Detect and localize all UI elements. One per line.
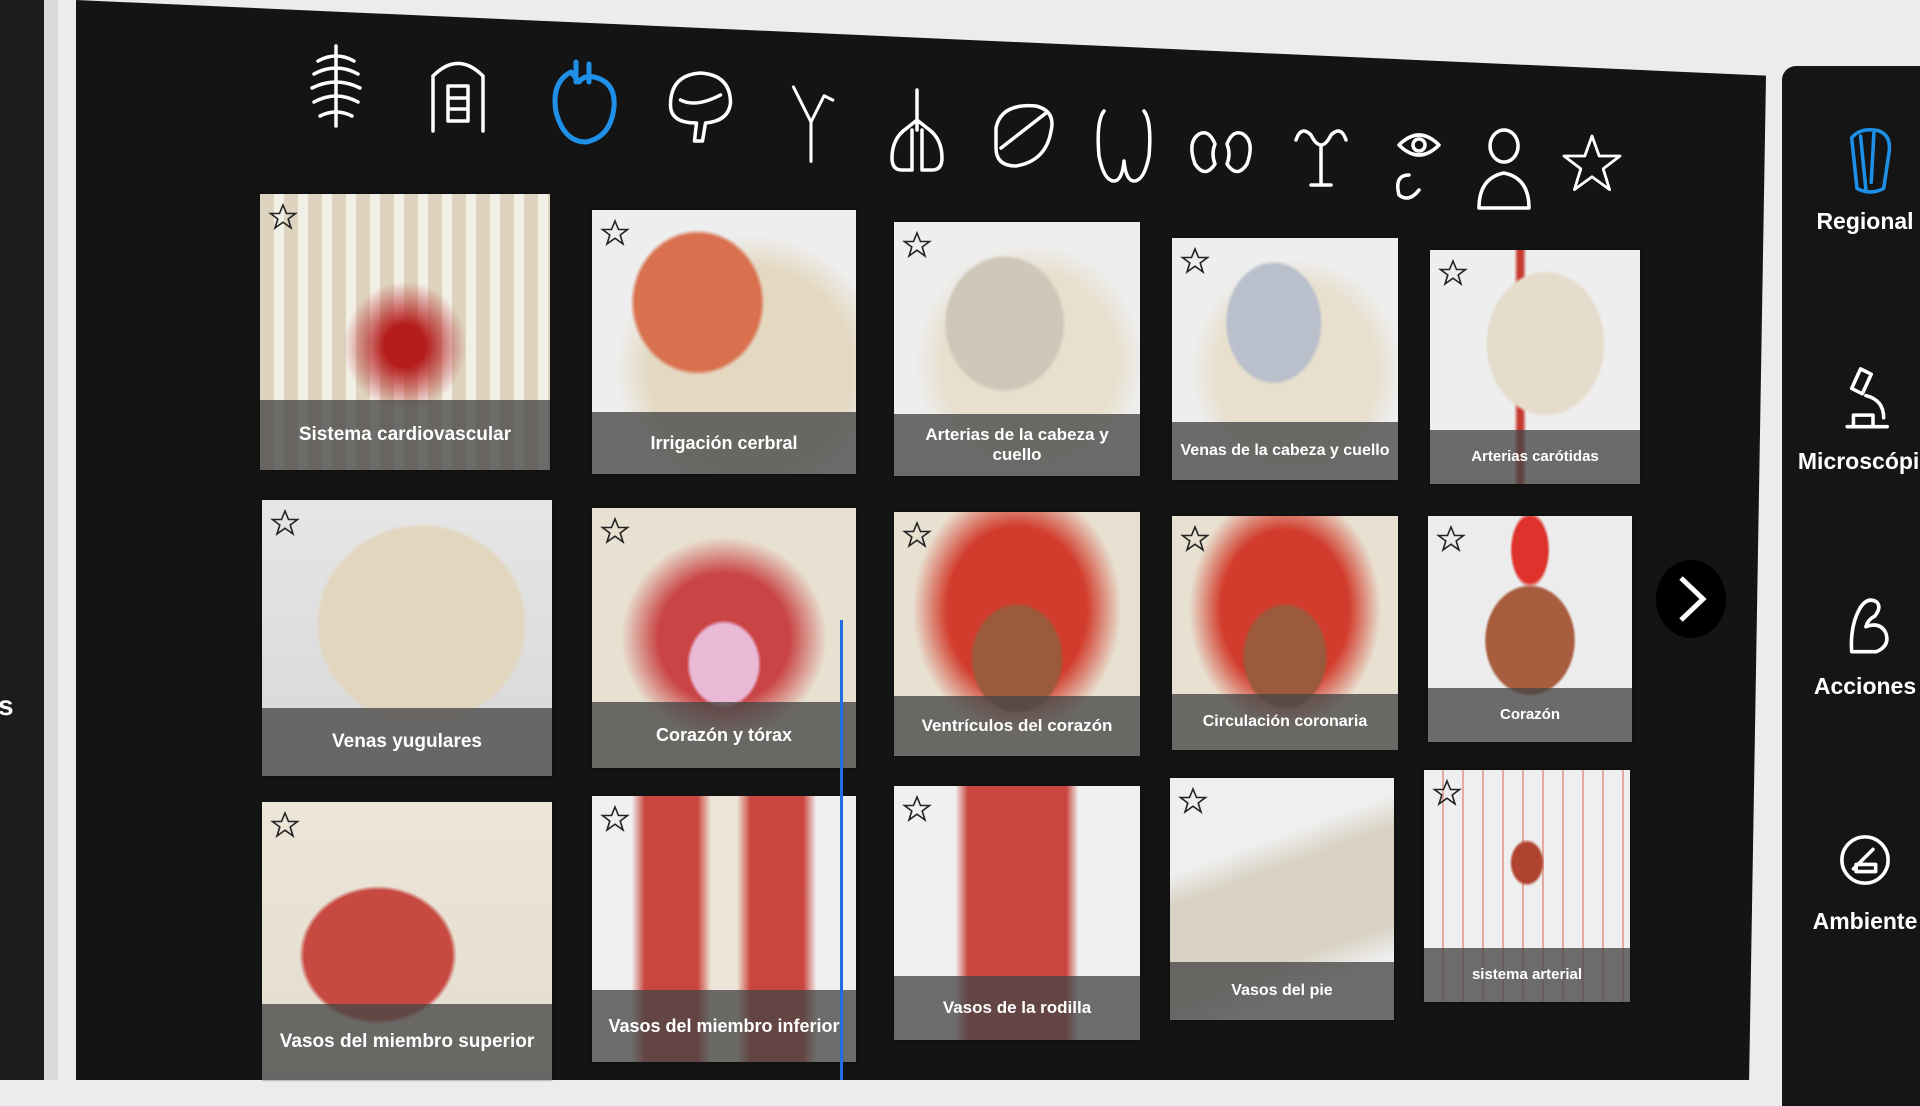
thyroid-icon (1096, 109, 1152, 183)
favorite-star-icon[interactable] (902, 520, 932, 550)
skeleton-icon (310, 44, 362, 128)
favorite-star-icon[interactable] (268, 202, 298, 232)
category-thyroid[interactable] (1084, 96, 1164, 196)
model-tile-label: Vasos del pie (1170, 962, 1394, 1020)
model-tile-label: Corazón y tórax (592, 702, 856, 768)
model-tile[interactable]: Irrigación cerbral (592, 210, 856, 474)
favorite-star-icon[interactable] (1178, 786, 1208, 816)
favorite-star-icon[interactable] (902, 794, 932, 824)
category-brain[interactable] (648, 60, 743, 160)
side-menu-item-acciones[interactable]: Acciones (1790, 585, 1920, 700)
category-lungs[interactable] (872, 80, 962, 180)
favorite-star-icon[interactable] (270, 508, 300, 538)
category-reproductive[interactable] (1276, 110, 1366, 210)
model-tile-label: Venas yugulares (262, 708, 552, 776)
category-favorites-star[interactable] (1552, 128, 1632, 208)
model-tile-label: Circulación coronaria (1172, 694, 1398, 750)
eye-ear-icon (1396, 133, 1441, 200)
side-menu-label: Microscópic (1797, 448, 1920, 474)
nerve-icon (791, 85, 835, 163)
model-tile[interactable]: Sistema cardiovascular (260, 194, 550, 470)
category-nerve[interactable] (776, 72, 846, 172)
favorite-star-icon[interactable] (600, 804, 630, 834)
model-tile-label: Irrigación cerbral (592, 412, 856, 474)
brain-icon (668, 71, 733, 143)
category-stomach[interactable] (976, 88, 1066, 188)
model-tile[interactable]: Vasos del pie (1170, 778, 1394, 1020)
person-icon (1477, 128, 1531, 210)
model-tile[interactable]: Venas de la cabeza y cuello (1172, 238, 1398, 480)
chevron-right-icon (1679, 576, 1707, 622)
side-menu-label: Ambiente (1812, 908, 1918, 934)
environment-icon (1840, 835, 1890, 885)
category-person[interactable] (1464, 118, 1544, 218)
model-tile[interactable]: sistema arterial (1424, 770, 1630, 1002)
model-tile[interactable]: Arterias carótidas (1430, 250, 1640, 484)
favorite-star-icon[interactable] (1180, 524, 1210, 554)
model-tile-label: Arterias carótidas (1430, 430, 1640, 484)
category-kidneys[interactable] (1176, 104, 1266, 204)
arm-flex-icon (1849, 598, 1889, 654)
category-heart[interactable] (536, 52, 626, 152)
side-menu-item-ambiente[interactable]: Ambiente (1790, 820, 1920, 935)
stomach-icon (994, 103, 1054, 168)
model-tile-label: Vasos del miembro inferior (592, 990, 856, 1062)
pointer-ray (840, 620, 843, 1080)
model-tile-label: Arterias de la cabeza y cuello (894, 414, 1140, 476)
model-tile[interactable]: Vasos de la rodilla (894, 786, 1140, 1040)
favorite-star-icon[interactable] (600, 218, 630, 248)
favorite-star-icon[interactable] (902, 230, 932, 260)
model-tile-label: Vasos del miembro superior (262, 1004, 552, 1080)
favorite-star-icon[interactable] (1438, 258, 1468, 288)
next-page-button[interactable] (1656, 560, 1726, 638)
category-skeleton[interactable] (296, 36, 376, 136)
category-muscles[interactable] (408, 46, 508, 146)
microscope-icon (1845, 367, 1889, 429)
muscles-icon (431, 61, 485, 133)
model-tile[interactable]: Vasos del miembro inferior (592, 796, 856, 1062)
favorites-star-icon (1562, 134, 1622, 191)
side-menu-label: Regional (1816, 208, 1914, 234)
left-panel-text: s (0, 690, 14, 721)
reproductive-icon (1294, 129, 1348, 187)
model-tile-label: Corazón (1428, 688, 1632, 742)
model-tile[interactable]: Venas yugulares (262, 500, 552, 776)
heart-icon (552, 59, 617, 145)
side-menu-label: Acciones (1813, 673, 1917, 699)
favorite-star-icon[interactable] (1432, 778, 1462, 808)
model-tile[interactable]: Ventrículos del corazón (894, 512, 1140, 756)
model-tile[interactable]: Corazón y tórax (592, 508, 856, 768)
favorite-star-icon[interactable] (1180, 246, 1210, 276)
favorite-star-icon[interactable] (270, 810, 300, 840)
model-tile[interactable]: Vasos del miembro superior (262, 802, 552, 1080)
favorite-star-icon[interactable] (1436, 524, 1466, 554)
model-tile[interactable]: Corazón (1428, 516, 1632, 742)
side-menu-item-microscpic[interactable]: Microscópic (1790, 360, 1920, 475)
favorite-star-icon[interactable] (600, 516, 630, 546)
side-menu-item-regional[interactable]: Regional (1790, 120, 1920, 235)
lungs-icon (890, 88, 944, 172)
model-tile-label: Vasos de la rodilla (894, 976, 1140, 1040)
model-tile-label: sistema arterial (1424, 948, 1630, 1002)
model-tile-label: Venas de la cabeza y cuello (1172, 422, 1398, 480)
model-tile-label: Sistema cardiovascular (260, 400, 550, 470)
model-tile[interactable]: Arterias de la cabeza y cuello (894, 222, 1140, 476)
regional-shoulder-icon (1849, 128, 1892, 194)
left-wall (0, 0, 58, 1080)
model-tile-label: Ventrículos del corazón (894, 696, 1140, 756)
kidneys-icon (1190, 131, 1252, 174)
category-eye-ear[interactable] (1374, 110, 1464, 210)
model-tile[interactable]: Circulación coronaria (1172, 516, 1398, 750)
